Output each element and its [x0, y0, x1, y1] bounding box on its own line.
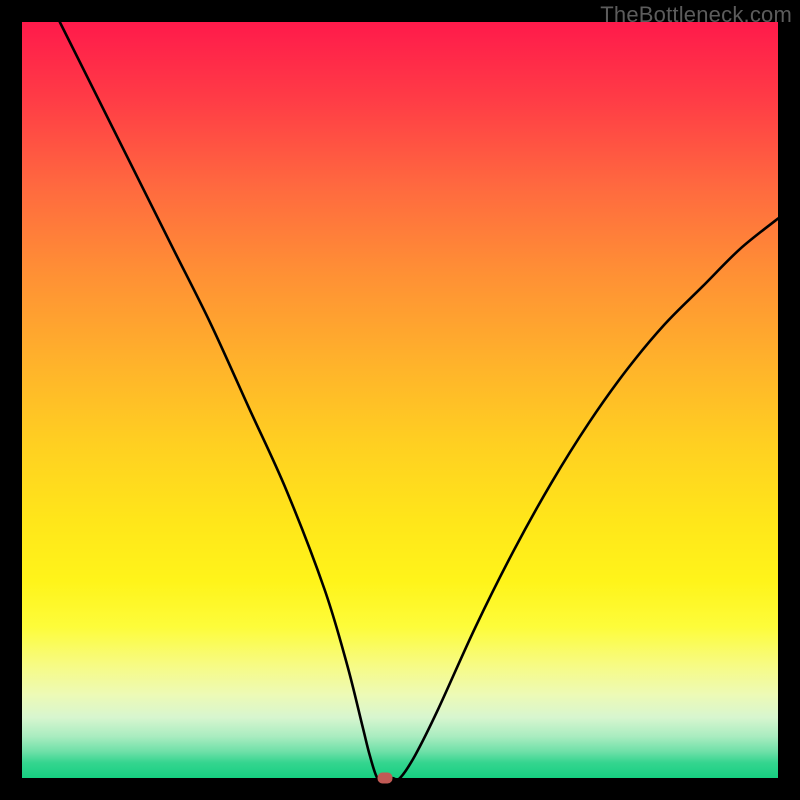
optimal-point-marker	[377, 773, 392, 784]
bottleneck-curve	[22, 22, 778, 778]
chart-plot-area	[22, 22, 778, 778]
watermark-text: TheBottleneck.com	[600, 2, 792, 28]
chart-frame: TheBottleneck.com	[0, 0, 800, 800]
